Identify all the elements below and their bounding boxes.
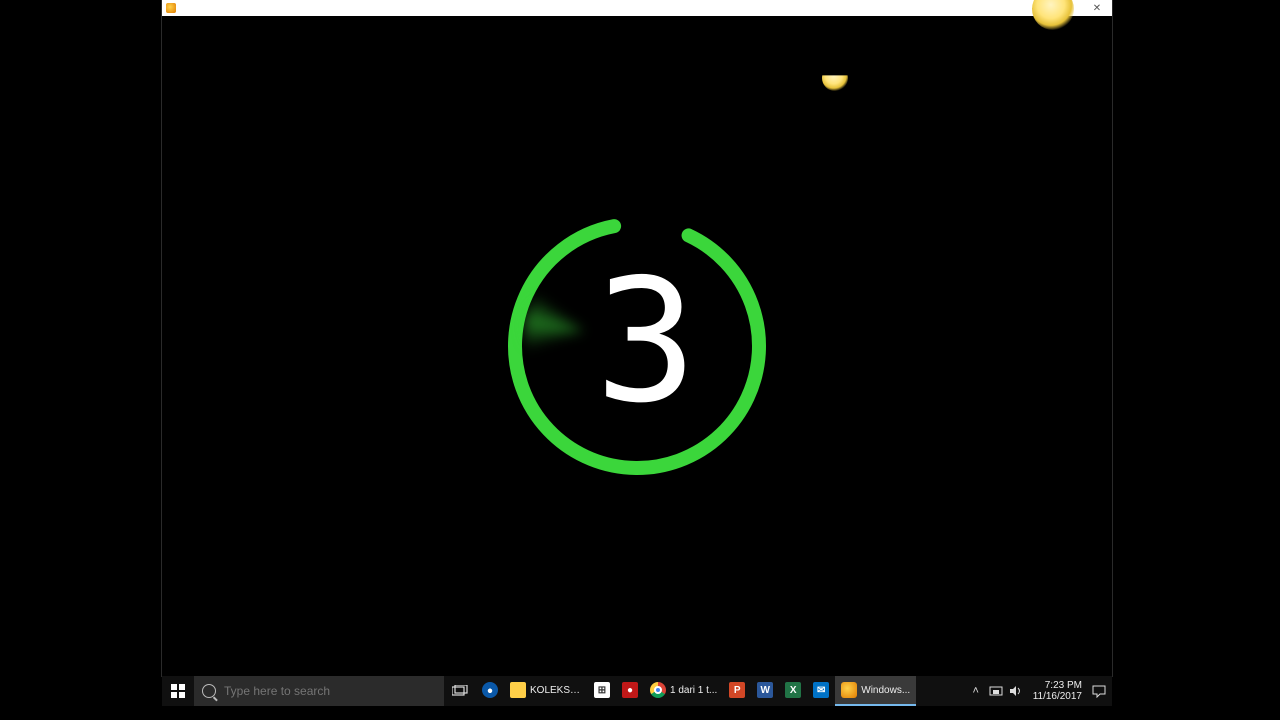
- taskbar-item-mail[interactable]: ✉: [807, 676, 835, 706]
- taskbar-item-store[interactable]: ⊞: [588, 676, 616, 706]
- media-player-window: — ☐ ✕ 3: [162, 0, 1112, 676]
- wd-icon: W: [757, 682, 773, 698]
- taskbar-item-xl[interactable]: X: [779, 676, 807, 706]
- action-center-icon[interactable]: [1092, 684, 1106, 698]
- cortana-icon: [202, 684, 216, 698]
- pp-icon: P: [729, 682, 745, 698]
- red-icon: ●: [622, 682, 638, 698]
- maximize-button[interactable]: ☐: [1052, 0, 1082, 16]
- window-titlebar: — ☐ ✕: [162, 0, 1112, 16]
- taskbar-item-edge[interactable]: [476, 676, 504, 706]
- task-view-button[interactable]: [444, 676, 476, 706]
- taskbar-item-folder[interactable]: KOLEKSI ...: [504, 676, 588, 706]
- clock-date: 11/16/2017: [1033, 691, 1082, 703]
- task-view-icon: [452, 685, 468, 697]
- close-button[interactable]: ✕: [1082, 0, 1112, 16]
- taskbar-item-label: KOLEKSI ...: [530, 685, 582, 696]
- video-area[interactable]: 3: [162, 16, 1112, 676]
- start-button[interactable]: [162, 676, 194, 706]
- taskbar-item-chrome[interactable]: 1 dari 1 t...: [644, 676, 723, 706]
- taskbar-item-label: 1 dari 1 t...: [670, 685, 717, 696]
- countdown-graphic: 3: [502, 211, 772, 481]
- windows-icon: [171, 684, 185, 698]
- tray-chevron-up-icon[interactable]: ˄: [969, 684, 983, 698]
- wmp-icon: [841, 682, 857, 698]
- taskbar: KOLEKSI ... ⊞ ● 1 dari 1 t... PWX ✉ Windows...…: [162, 676, 1112, 706]
- taskbar-apps: KOLEKSI ... ⊞ ● 1 dari 1 t... PWX ✉ Windows...: [476, 676, 916, 706]
- edge-icon: [482, 682, 498, 698]
- minimize-button[interactable]: —: [1022, 0, 1052, 16]
- taskbar-item-label: Windows...: [861, 685, 910, 696]
- folder-icon: [510, 682, 526, 698]
- chrome-icon: [650, 682, 666, 698]
- clock-time: 7:23 PM: [1033, 680, 1082, 692]
- taskbar-item-red[interactable]: ●: [616, 676, 644, 706]
- taskbar-item-wd[interactable]: W: [751, 676, 779, 706]
- search-input[interactable]: [224, 684, 436, 698]
- volume-icon[interactable]: [1009, 684, 1023, 698]
- countdown-digit: 3: [595, 257, 691, 427]
- mail-icon: ✉: [813, 682, 829, 698]
- search-box[interactable]: [194, 676, 444, 706]
- taskbar-item-pp[interactable]: P: [723, 676, 751, 706]
- taskbar-item-wmp[interactable]: Windows...: [835, 676, 916, 706]
- store-icon: ⊞: [594, 682, 610, 698]
- network-icon[interactable]: [989, 684, 1003, 698]
- wmp-icon: [166, 3, 176, 13]
- system-tray: ˄ 7:23 PM 11/16/2017: [963, 676, 1112, 706]
- xl-icon: X: [785, 682, 801, 698]
- taskbar-clock[interactable]: 7:23 PM 11/16/2017: [1029, 680, 1086, 703]
